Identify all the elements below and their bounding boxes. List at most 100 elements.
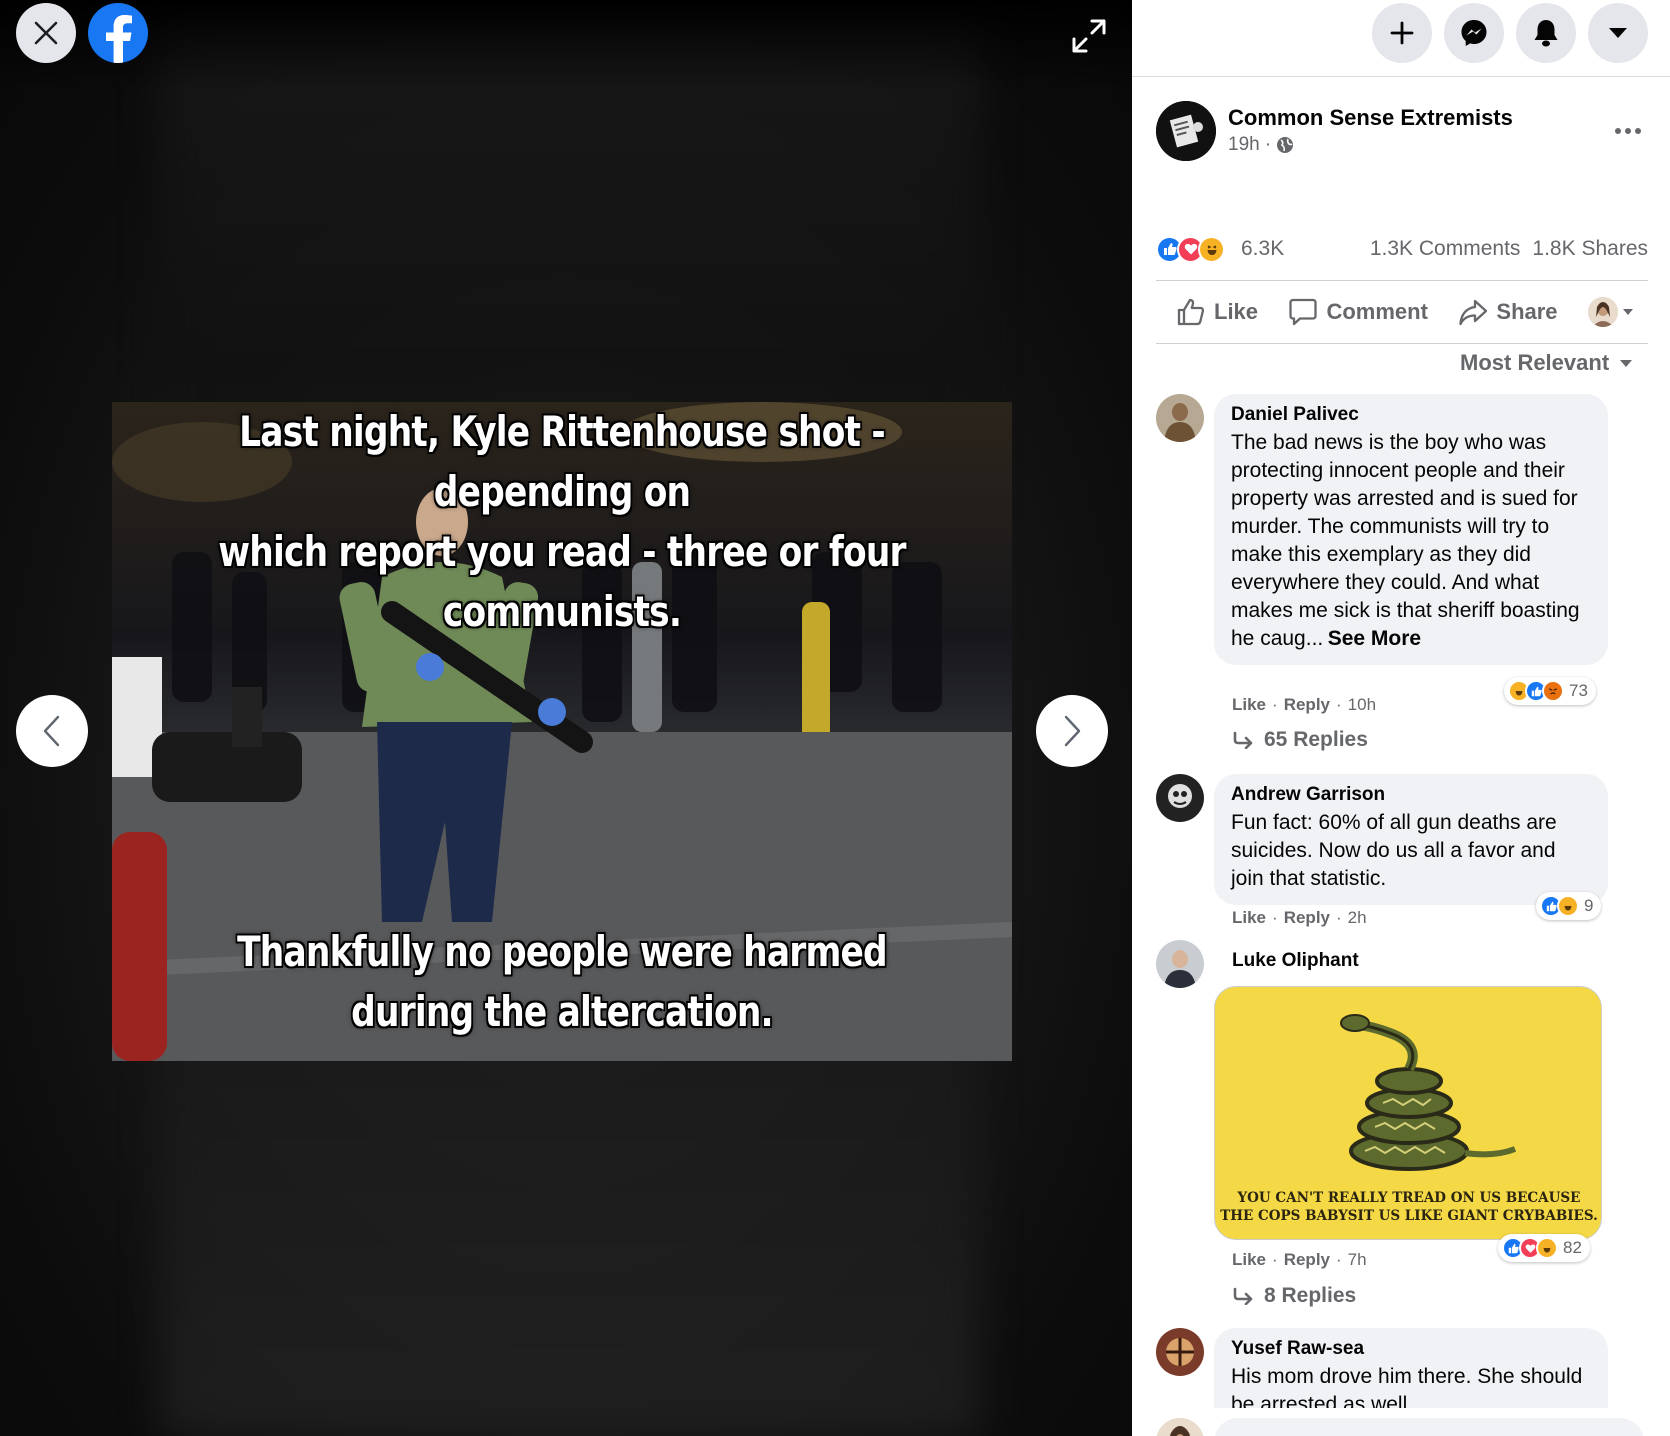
- previous-photo-button[interactable]: [16, 695, 88, 767]
- meme-top-line-2: which report you read - three or four co…: [218, 527, 906, 636]
- comment-reply-link[interactable]: Reply: [1284, 695, 1330, 715]
- comment-reactions[interactable]: 73: [1504, 677, 1596, 705]
- reply-arrow-icon: [1233, 1287, 1253, 1305]
- comment-text: The bad news is the boy who was protecti…: [1231, 431, 1580, 650]
- share-button[interactable]: Share: [1458, 297, 1558, 327]
- post-reactions[interactable]: [1156, 235, 1225, 263]
- comment-label: Comment: [1326, 299, 1428, 324]
- shares-count-link[interactable]: 1.8K Shares: [1532, 237, 1648, 261]
- user-avatar: [1588, 297, 1618, 327]
- meme-bottom-line-2: during the altercation.: [351, 987, 773, 1036]
- comment-author[interactable]: Luke Oliphant: [1232, 950, 1359, 972]
- next-photo-button[interactable]: [1036, 695, 1108, 767]
- meme-top-caption: Last night, Kyle Rittenhouse shot -depen…: [193, 402, 931, 642]
- commenter-avatar[interactable]: [1156, 394, 1204, 442]
- notifications-button[interactable]: [1516, 3, 1576, 63]
- comment-like-link[interactable]: Like: [1232, 1250, 1266, 1270]
- post-meta: 19h ·: [1228, 134, 1294, 156]
- comment-reply-link[interactable]: Reply: [1284, 908, 1330, 928]
- comment-actions: Like · Reply · 2h: [1232, 908, 1367, 928]
- haha-reaction-icon: [1198, 235, 1225, 263]
- page-name[interactable]: Common Sense Extremists: [1228, 105, 1513, 131]
- comment-text: His mom drove him there. She should be a…: [1231, 1365, 1583, 1408]
- comment-time[interactable]: 7h: [1348, 1250, 1367, 1270]
- like-label: Like: [1214, 299, 1259, 324]
- messenger-icon: [1461, 20, 1487, 46]
- dot-separator: ·: [1272, 908, 1278, 927]
- replies-count: 65 Replies: [1264, 728, 1368, 751]
- bell-icon: [1534, 20, 1558, 47]
- comment-bubble: Yusef Raw-sea His mom drove him there. S…: [1214, 1328, 1608, 1408]
- view-replies-link[interactable]: 65 Replies: [1232, 728, 1368, 752]
- comment-actions: Like · Reply · 7h: [1232, 1250, 1367, 1270]
- commenter-avatar[interactable]: [1156, 940, 1204, 988]
- create-button[interactable]: [1372, 3, 1432, 63]
- comment-image-gadsden-flag[interactable]: YOU CAN'T REALLY TREAD ON US BECAUSE THE…: [1214, 986, 1602, 1240]
- comment-button[interactable]: Comment: [1288, 297, 1428, 327]
- see-more-link[interactable]: See More: [1328, 627, 1421, 650]
- post-photo: Last night, Kyle Rittenhouse shot -depen…: [112, 402, 1012, 1061]
- page-avatar[interactable]: [1156, 101, 1216, 161]
- globe-icon: [1277, 137, 1294, 153]
- like-button[interactable]: Like: [1176, 297, 1258, 327]
- messenger-button[interactable]: [1444, 3, 1504, 63]
- gadsden-caption-line-2: THE COPS BABYSIT US LIKE GIANT CRYBABIES…: [1220, 1208, 1598, 1224]
- comment-author[interactable]: Andrew Garrison: [1231, 784, 1590, 806]
- comment-author[interactable]: Daniel Palivec: [1231, 404, 1590, 426]
- react-as-selector[interactable]: [1588, 297, 1634, 327]
- share-arrow-icon: [1459, 299, 1488, 326]
- user-avatar: [1156, 1418, 1204, 1436]
- chevron-left-icon: [43, 715, 60, 747]
- speech-bubble-icon: [1289, 298, 1318, 326]
- comment-reaction-count: 73: [1569, 681, 1588, 700]
- meme-bottom-caption: Thankfully no people were harmed during …: [193, 922, 931, 1042]
- comments-count-link[interactable]: 1.3K Comments: [1370, 237, 1521, 261]
- haha-reaction-icon: [1536, 1237, 1558, 1259]
- dot-separator: ·: [1336, 1250, 1342, 1269]
- sort-label: Most Relevant: [1460, 350, 1610, 375]
- post-action-bar: Like Comment Share: [1156, 280, 1648, 344]
- facebook-f-icon: [106, 15, 132, 63]
- comment-item: Yusef Raw-sea His mom drove him there. S…: [1156, 1328, 1656, 1408]
- comment-reactions[interactable]: 9: [1536, 892, 1602, 920]
- page-avatar-image: [1156, 101, 1216, 161]
- comment-item: Luke Oliphant YOU CAN'T REALLY TREAD ON …: [1156, 940, 1656, 1320]
- commenter-avatar[interactable]: [1156, 774, 1204, 822]
- replies-count: 8 Replies: [1264, 1284, 1357, 1307]
- fullscreen-button[interactable]: [1067, 14, 1111, 58]
- comment-time[interactable]: 10h: [1348, 695, 1376, 715]
- comment-reply-link[interactable]: Reply: [1284, 1250, 1330, 1270]
- account-menu-button[interactable]: [1588, 3, 1648, 63]
- share-label: Share: [1496, 299, 1558, 324]
- comment-author[interactable]: Yusef Raw-sea: [1231, 1338, 1590, 1360]
- meme-top-line-1: Last night, Kyle Rittenhouse shot -depen…: [239, 407, 885, 516]
- dot-separator: ·: [1336, 695, 1342, 714]
- more-horizontal-icon: [1615, 128, 1641, 134]
- angry-reaction-icon: [1542, 680, 1564, 702]
- comment-actions: Like · Reply · 10h: [1232, 695, 1376, 715]
- comment-like-link[interactable]: Like: [1232, 908, 1266, 928]
- post-options-button[interactable]: [1610, 113, 1646, 149]
- comment-sort-dropdown[interactable]: Most Relevant: [1460, 350, 1633, 376]
- write-comment-input[interactable]: [1214, 1418, 1644, 1436]
- post-header: Common Sense Extremists 19h ·: [1156, 101, 1646, 163]
- top-gradient: [0, 0, 1132, 90]
- close-viewer-button[interactable]: [16, 3, 76, 63]
- close-icon: [34, 21, 58, 45]
- comment-time[interactable]: 2h: [1348, 908, 1367, 928]
- facebook-logo[interactable]: [88, 3, 148, 63]
- dot-separator: ·: [1336, 908, 1342, 927]
- comment-item: Andrew Garrison Fun fact: 60% of all gun…: [1156, 774, 1656, 934]
- meme-bottom-line-1: Thankfully no people were harmed: [237, 927, 888, 976]
- dot-separator: ·: [1272, 695, 1278, 714]
- meta-separator: ·: [1264, 134, 1272, 155]
- post-time[interactable]: 19h: [1228, 134, 1260, 156]
- comment-like-link[interactable]: Like: [1232, 695, 1266, 715]
- caret-down-icon: [1623, 309, 1633, 315]
- commenter-avatar[interactable]: [1156, 1328, 1204, 1376]
- comment-bubble: Andrew Garrison Fun fact: 60% of all gun…: [1214, 774, 1608, 905]
- comment-reactions[interactable]: 82: [1498, 1234, 1590, 1262]
- view-replies-link[interactable]: 8 Replies: [1232, 1284, 1356, 1308]
- reaction-count[interactable]: 6.3K: [1241, 237, 1284, 261]
- caret-down-icon: [1609, 28, 1627, 38]
